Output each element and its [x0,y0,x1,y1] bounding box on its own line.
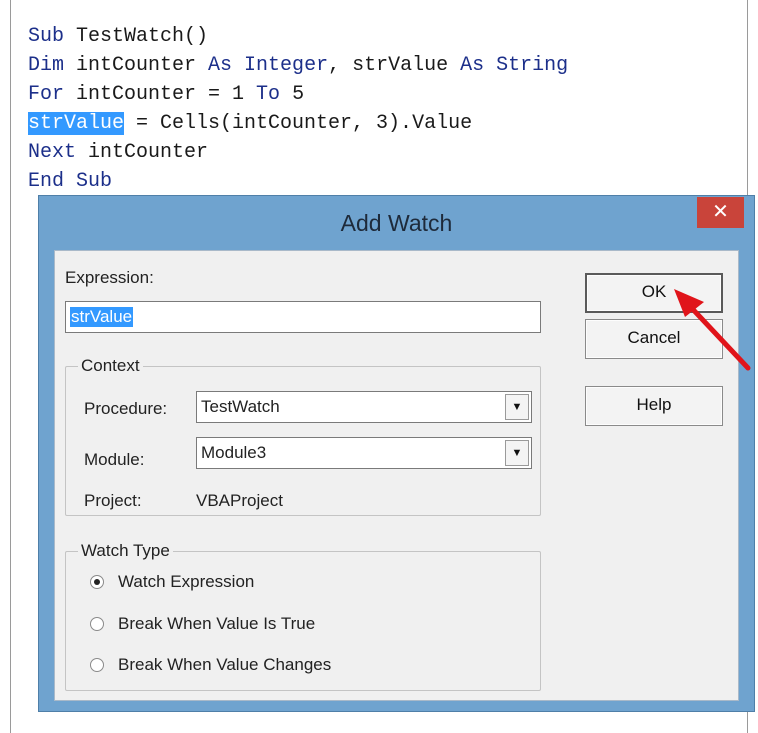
annotation-arrow-icon [674,289,751,371]
add-watch-dialog: Add Watch ✕ Expression: strValue Context… [38,195,755,712]
code-line-3: For intCounter = 1 To 5 [28,83,305,106]
frame-left-border [10,0,11,733]
dialog-body: Expression: strValue Context Procedure: … [54,250,739,701]
selected-variable: strValue [28,112,125,135]
code-line-6: End Sub [28,170,113,193]
help-button[interactable]: Help [585,386,723,426]
code-line-4: strValue = Cells(intCounter, 3).Value [28,112,473,135]
radio-label: Break When Value Changes [118,655,332,674]
procedure-label: Procedure: [84,399,168,418]
dialog-titlebar[interactable]: Add Watch ✕ [39,196,754,250]
module-label: Module: [84,450,145,469]
radio-button[interactable] [90,658,104,672]
module-value: Module3 [201,443,267,462]
expression-label: Expression: [65,268,154,287]
module-select[interactable]: Module3 ▼ [196,437,532,469]
close-icon: ✕ [712,201,729,223]
project-value: VBAProject [196,491,283,510]
watch-type-legend: Watch Type [78,541,173,561]
procedure-value: TestWatch [201,397,280,416]
chevron-down-icon[interactable]: ▼ [505,394,529,420]
close-button[interactable]: ✕ [697,197,744,228]
watch-type-group: Watch Type Watch Expression Break When V… [65,541,541,691]
chevron-down-icon[interactable]: ▼ [505,440,529,466]
expression-input[interactable]: strValue [65,301,541,333]
code-editor[interactable]: Sub TestWatch() Dim intCounter As Intege… [28,22,568,196]
radio-button-selected[interactable] [90,575,104,589]
radio-label: Watch Expression [118,572,255,591]
dialog-title: Add Watch [340,210,453,236]
expression-value: strValue [70,307,134,327]
project-label: Project: [84,491,142,510]
context-group: Context Procedure: TestWatch ▼ Module: M… [65,356,541,516]
context-legend: Context [78,356,143,376]
code-line-1: Sub TestWatch() [28,25,209,48]
code-line-5: Next intCounter [28,141,209,164]
code-line-2: Dim intCounter As Integer, strValue As S… [28,54,569,77]
radio-label: Break When Value Is True [118,614,316,633]
procedure-select[interactable]: TestWatch ▼ [196,391,532,423]
radio-button[interactable] [90,617,104,631]
